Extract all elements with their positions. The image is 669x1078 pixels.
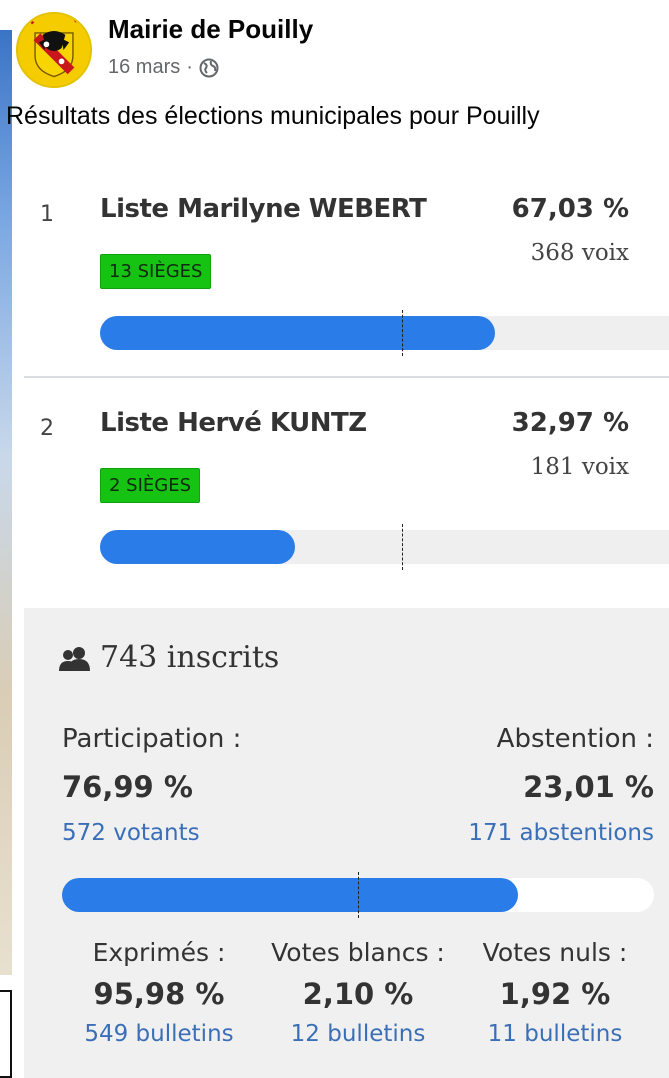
blank-votes-column: Votes blancs : 2,10 % 12 bulletins <box>258 938 458 1047</box>
registered-voters: 743 inscrits <box>58 640 279 675</box>
majority-marker <box>402 310 403 356</box>
registered-count: 743 inscrits <box>100 640 280 675</box>
void-votes-column: Votes nuls : 1,92 % 11 bulletins <box>470 938 640 1047</box>
abstention-count: 171 abstentions <box>468 820 654 846</box>
participation-label: Participation : <box>62 724 242 754</box>
participation-bar-fill <box>62 878 518 912</box>
avatar[interactable] <box>16 12 92 88</box>
result-votes: 368 voix <box>530 240 629 266</box>
result-list-name: Liste Marilyne WEBERT <box>100 194 427 224</box>
result-rank: 2 <box>40 416 54 441</box>
coat-of-arms-icon <box>18 14 90 86</box>
page-name[interactable]: Mairie de Pouilly <box>108 14 313 45</box>
globe-icon <box>199 58 219 77</box>
majority-marker <box>402 524 403 570</box>
background-photo-frame <box>0 990 12 1078</box>
result-bar-fill <box>100 530 295 564</box>
result-rank: 1 <box>40 202 54 227</box>
result-row-2[interactable]: 2 Liste Hervé KUNTZ 32,97 % 181 voix › 2… <box>24 370 669 585</box>
abstention-percent: 23,01 % <box>523 770 654 804</box>
blank-votes-percent: 2,10 % <box>302 977 414 1011</box>
void-votes-count: 11 bulletins <box>487 1021 623 1047</box>
result-list-name: Liste Hervé KUNTZ <box>100 408 367 438</box>
post-header: Mairie de Pouilly 16 mars · <box>16 8 656 88</box>
post-meta: 16 mars · <box>108 56 219 79</box>
void-votes-label: Votes nuls : <box>482 938 628 967</box>
result-percent: 32,97 % <box>511 408 629 438</box>
result-percent: 67,03 % <box>511 194 629 224</box>
expressed-percent: 95,98 % <box>93 977 225 1011</box>
participation-count: 572 votants <box>62 820 200 846</box>
post-date[interactable]: 16 mars <box>108 56 180 79</box>
result-bar-fill <box>100 316 496 350</box>
result-bar-track <box>100 524 669 570</box>
void-votes-percent: 1,92 % <box>499 977 611 1011</box>
abstention-label: Abstention : <box>496 724 654 754</box>
meta-separator: · <box>186 56 193 78</box>
turnout-panel: 743 inscrits Participation : 76,99 % 572… <box>24 608 669 1078</box>
participation-bar-track <box>62 872 654 918</box>
half-marker <box>358 872 359 918</box>
result-votes: 181 voix <box>530 454 629 480</box>
background-photo-strip <box>0 30 12 975</box>
blank-votes-count: 12 bulletins <box>290 1021 426 1047</box>
expressed-label: Exprimés : <box>92 938 226 967</box>
seats-badge: 2 SIÈGES <box>100 468 201 503</box>
election-results-card: 1 Liste Marilyne WEBERT 67,03 % 368 voix… <box>12 156 669 1078</box>
participation-percent: 76,99 % <box>62 770 193 804</box>
post-text: Résultats des élections municipales pour… <box>6 102 540 130</box>
expressed-column: Exprimés : 95,98 % 549 bulletins <box>64 938 254 1047</box>
expressed-count: 549 bulletins <box>84 1021 234 1047</box>
seats-badge: 13 SIÈGES <box>100 254 212 289</box>
users-icon <box>59 646 90 671</box>
result-bar-track <box>100 310 669 356</box>
result-row-1[interactable]: 1 Liste Marilyne WEBERT 67,03 % 368 voix… <box>24 156 669 371</box>
blank-votes-label: Votes blancs : <box>271 938 445 967</box>
